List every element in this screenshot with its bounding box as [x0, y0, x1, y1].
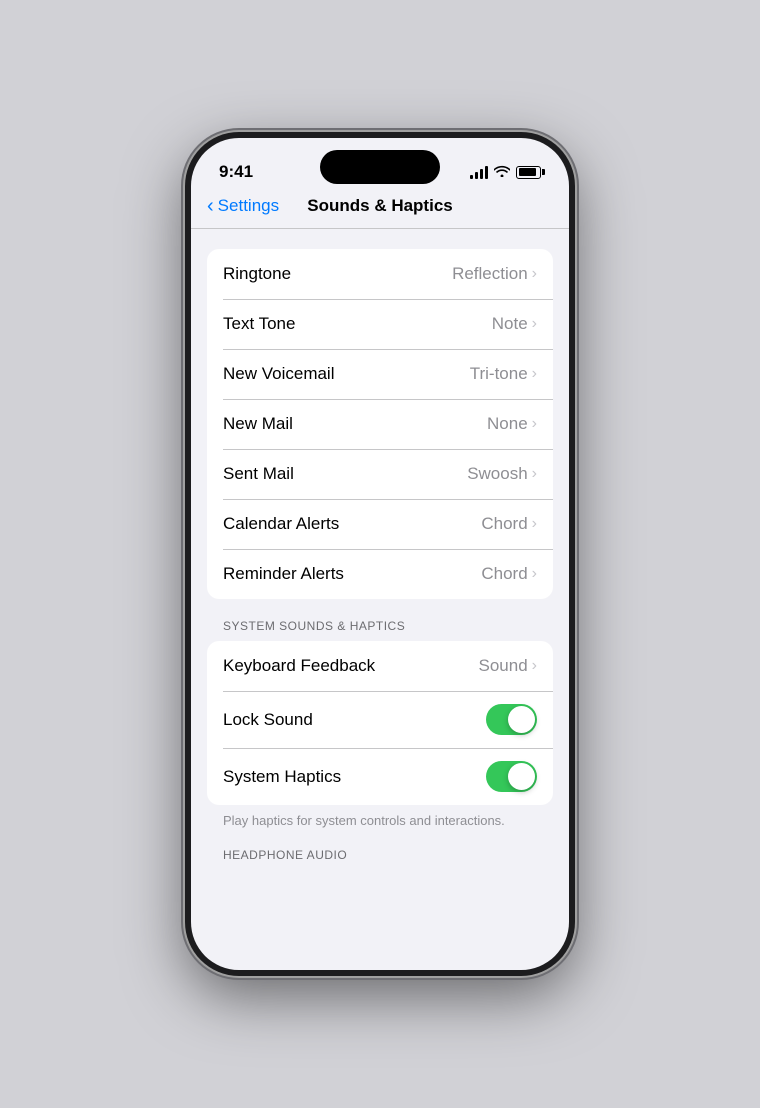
text-tone-value-text: Note: [492, 314, 528, 334]
back-button[interactable]: ‹ Settings: [207, 195, 279, 218]
new-mail-label: New Mail: [223, 414, 293, 434]
text-tone-chevron-icon: ›: [532, 315, 537, 333]
new-voicemail-chevron-icon: ›: [532, 365, 537, 383]
system-haptics-note: Play haptics for system controls and int…: [207, 805, 553, 828]
text-tone-row[interactable]: Text Tone Note ›: [207, 299, 553, 349]
nav-bar: ‹ Settings Sounds & Haptics: [191, 192, 569, 228]
status-time: 9:41: [219, 162, 253, 182]
sent-mail-chevron-icon: ›: [532, 465, 537, 483]
calendar-alerts-value: Chord ›: [481, 514, 537, 534]
calendar-alerts-value-text: Chord: [481, 514, 527, 534]
text-tone-label: Text Tone: [223, 314, 295, 334]
content-area: Ringtone Reflection › Text Tone Note ›: [191, 229, 569, 970]
calendar-alerts-label: Calendar Alerts: [223, 514, 339, 534]
lock-sound-toggle[interactable]: [486, 704, 537, 735]
calendar-alerts-chevron-icon: ›: [532, 515, 537, 533]
keyboard-feedback-row[interactable]: Keyboard Feedback Sound ›: [207, 641, 553, 691]
sent-mail-row[interactable]: Sent Mail Swoosh ›: [207, 449, 553, 499]
signal-bar-2: [475, 172, 478, 179]
signal-bar-4: [485, 166, 488, 179]
new-mail-chevron-icon: ›: [532, 415, 537, 433]
new-voicemail-value: Tri-tone ›: [470, 364, 537, 384]
keyboard-feedback-value: Sound ›: [479, 656, 538, 676]
keyboard-feedback-value-text: Sound: [479, 656, 528, 676]
sent-mail-value-text: Swoosh: [467, 464, 527, 484]
ringtone-value: Reflection ›: [452, 264, 537, 284]
battery-icon: [516, 166, 541, 179]
tones-section: Ringtone Reflection › Text Tone Note ›: [207, 249, 553, 599]
page-title: Sounds & Haptics: [307, 196, 452, 216]
keyboard-feedback-label: Keyboard Feedback: [223, 656, 375, 676]
phone-screen: 9:41: [191, 138, 569, 970]
new-mail-value: None ›: [487, 414, 537, 434]
ringtone-row[interactable]: Ringtone Reflection ›: [207, 249, 553, 299]
system-sounds-section: SYSTEM SOUNDS & HAPTICS Keyboard Feedbac…: [207, 619, 553, 828]
headphone-audio-header: HEADPHONE AUDIO: [207, 848, 553, 870]
system-haptics-toggle-knob: [508, 763, 535, 790]
signal-bar-1: [470, 175, 473, 179]
lock-sound-label: Lock Sound: [223, 710, 313, 730]
keyboard-feedback-chevron-icon: ›: [532, 657, 537, 675]
system-sounds-header: SYSTEM SOUNDS & HAPTICS: [207, 619, 553, 641]
ringtone-label: Ringtone: [223, 264, 291, 284]
ringtone-chevron-icon: ›: [532, 265, 537, 283]
ringtone-value-text: Reflection: [452, 264, 528, 284]
sent-mail-value: Swoosh ›: [467, 464, 537, 484]
new-voicemail-row[interactable]: New Voicemail Tri-tone ›: [207, 349, 553, 399]
sent-mail-label: Sent Mail: [223, 464, 294, 484]
dynamic-island: [320, 150, 440, 184]
new-voicemail-label: New Voicemail: [223, 364, 335, 384]
lock-sound-toggle-knob: [508, 706, 535, 733]
new-mail-row[interactable]: New Mail None ›: [207, 399, 553, 449]
reminder-alerts-value: Chord ›: [481, 564, 537, 584]
reminder-alerts-chevron-icon: ›: [532, 565, 537, 583]
reminder-alerts-row[interactable]: Reminder Alerts Chord ›: [207, 549, 553, 599]
calendar-alerts-row[interactable]: Calendar Alerts Chord ›: [207, 499, 553, 549]
new-voicemail-value-text: Tri-tone: [470, 364, 528, 384]
phone-frame: 9:41: [185, 132, 575, 976]
system-haptics-row: System Haptics: [207, 748, 553, 805]
wifi-icon: [494, 165, 510, 180]
headphone-audio-section: HEADPHONE AUDIO: [207, 848, 553, 870]
signal-icon: [470, 165, 488, 179]
system-haptics-label: System Haptics: [223, 767, 341, 787]
reminder-alerts-value-text: Chord: [481, 564, 527, 584]
back-label[interactable]: Settings: [218, 196, 279, 216]
lock-sound-row: Lock Sound: [207, 691, 553, 748]
new-mail-value-text: None: [487, 414, 528, 434]
reminder-alerts-label: Reminder Alerts: [223, 564, 344, 584]
text-tone-value: Note ›: [492, 314, 537, 334]
back-chevron-icon: ‹: [207, 195, 214, 218]
tones-group: Ringtone Reflection › Text Tone Note ›: [207, 249, 553, 599]
signal-bar-3: [480, 169, 483, 179]
status-icons: [470, 165, 541, 180]
system-haptics-toggle[interactable]: [486, 761, 537, 792]
system-sounds-group: Keyboard Feedback Sound › Lock Sound: [207, 641, 553, 805]
